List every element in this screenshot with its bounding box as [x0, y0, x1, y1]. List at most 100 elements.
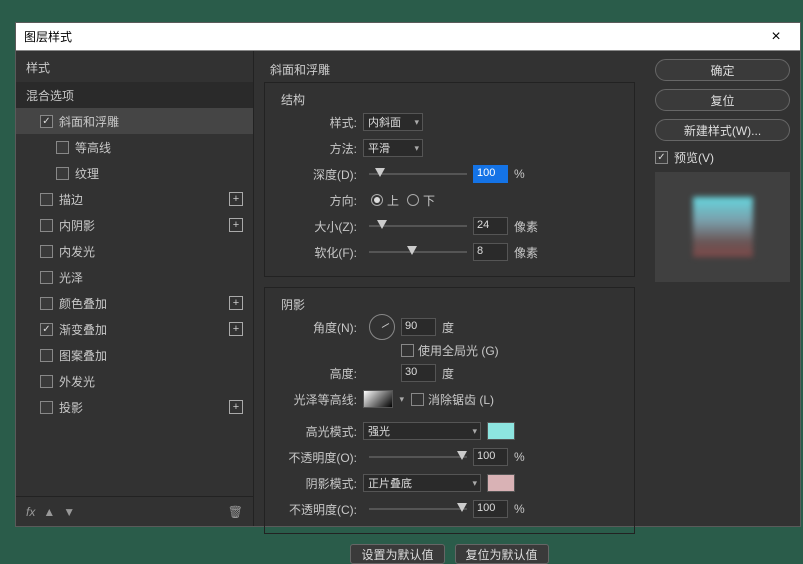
effect-row[interactable]: 图案叠加: [16, 342, 253, 368]
highlight-color-swatch[interactable]: [487, 422, 515, 440]
effect-label: 外发光: [59, 373, 95, 390]
effect-row[interactable]: 内阴影 +: [16, 212, 253, 238]
dialog-title: 图层样式: [24, 28, 72, 45]
effect-checkbox[interactable]: [56, 141, 69, 154]
highlight-opacity-label: 不透明度(O):: [275, 449, 363, 466]
shadow-color-swatch[interactable]: [487, 474, 515, 492]
effect-checkbox[interactable]: [40, 401, 53, 414]
styles-header: 样式: [16, 51, 253, 82]
effect-row[interactable]: ✓ 渐变叠加 +: [16, 316, 253, 342]
effect-label: 等高线: [75, 139, 111, 156]
depth-input[interactable]: 100: [473, 165, 508, 183]
angle-dial[interactable]: [369, 314, 395, 340]
shadow-opacity-slider[interactable]: [369, 502, 467, 516]
effect-checkbox[interactable]: [40, 375, 53, 388]
effect-row[interactable]: 描边 +: [16, 186, 253, 212]
highlight-mode-label: 高光模式:: [275, 423, 363, 440]
effect-checkbox[interactable]: [40, 193, 53, 206]
effect-label: 斜面和浮雕: [59, 113, 119, 130]
plus-icon[interactable]: +: [229, 296, 243, 310]
effect-checkbox[interactable]: [40, 245, 53, 258]
style-label: 样式:: [275, 114, 363, 131]
highlight-opacity-slider[interactable]: [369, 450, 467, 464]
fx-icon[interactable]: fx: [26, 505, 35, 519]
soften-unit: 像素: [514, 244, 538, 261]
highlight-mode-select[interactable]: 强光▾: [363, 422, 481, 440]
shadow-opacity-label: 不透明度(C):: [275, 501, 363, 518]
preview-box: [655, 172, 790, 282]
effect-label: 内阴影: [59, 217, 95, 234]
effect-row[interactable]: 等高线: [16, 134, 253, 160]
new-style-button[interactable]: 新建样式(W)...: [655, 119, 790, 141]
effect-checkbox[interactable]: [40, 297, 53, 310]
direction-up-radio[interactable]: [371, 194, 383, 206]
structure-title: 结构: [281, 91, 624, 108]
technique-select[interactable]: 平滑▾: [363, 139, 423, 157]
panel-title: 斜面和浮雕: [270, 61, 635, 78]
style-select[interactable]: 内斜面▾: [363, 113, 423, 131]
size-unit: 像素: [514, 218, 538, 235]
actions-panel: 确定 复位 新建样式(W)... ✓ 预览(V): [645, 51, 800, 526]
effect-checkbox[interactable]: [40, 219, 53, 232]
effect-row[interactable]: 外发光: [16, 368, 253, 394]
effect-checkbox[interactable]: [40, 271, 53, 284]
effect-label: 渐变叠加: [59, 321, 107, 338]
shadow-mode-select[interactable]: 正片叠底▾: [363, 474, 481, 492]
effect-label: 描边: [59, 191, 83, 208]
size-slider[interactable]: [369, 219, 467, 233]
effect-row[interactable]: 投影 +: [16, 394, 253, 420]
effect-label: 内发光: [59, 243, 95, 260]
cancel-button[interactable]: 复位: [655, 89, 790, 111]
blend-options-label: 混合选项: [26, 87, 74, 104]
angle-input[interactable]: 90: [401, 318, 436, 336]
size-input[interactable]: 24: [473, 217, 508, 235]
effect-label: 投影: [59, 399, 83, 416]
effect-row[interactable]: 纹理: [16, 160, 253, 186]
plus-icon[interactable]: +: [229, 218, 243, 232]
effect-checkbox[interactable]: [56, 167, 69, 180]
effect-row[interactable]: 光泽: [16, 264, 253, 290]
effects-footer: fx ▲ ▼ 🗑: [16, 496, 253, 526]
highlight-opacity-input[interactable]: 100: [473, 448, 508, 466]
preview-thumbnail: [693, 197, 753, 257]
arrow-down-icon[interactable]: ▼: [63, 505, 75, 519]
soften-input[interactable]: 8: [473, 243, 508, 261]
effect-label: 图案叠加: [59, 347, 107, 364]
global-light-checkbox[interactable]: [401, 344, 414, 357]
gloss-label: 光泽等高线:: [275, 391, 363, 408]
ok-button[interactable]: 确定: [655, 59, 790, 81]
plus-icon[interactable]: +: [229, 192, 243, 206]
gloss-contour-picker[interactable]: ▾: [363, 390, 393, 408]
effect-row[interactable]: 内发光: [16, 238, 253, 264]
size-label: 大小(Z):: [275, 218, 363, 235]
titlebar: 图层样式 ×: [16, 23, 800, 51]
effect-checkbox[interactable]: ✓: [40, 323, 53, 336]
direction-down-radio[interactable]: [407, 194, 419, 206]
antialias-checkbox[interactable]: [411, 393, 424, 406]
close-icon[interactable]: ×: [760, 28, 792, 46]
altitude-input[interactable]: 30: [401, 364, 436, 382]
effect-checkbox[interactable]: ✓: [40, 115, 53, 128]
effect-checkbox[interactable]: [40, 349, 53, 362]
effect-row[interactable]: ✓ 斜面和浮雕: [16, 108, 253, 134]
effect-label: 颜色叠加: [59, 295, 107, 312]
effect-label: 光泽: [59, 269, 83, 286]
settings-panel: 斜面和浮雕 结构 样式: 内斜面▾ 方法: 平滑▾ 深度(D): 100 %: [254, 51, 645, 526]
soften-slider[interactable]: [369, 245, 467, 259]
shadow-opacity-input[interactable]: 100: [473, 500, 508, 518]
preview-checkbox[interactable]: ✓: [655, 151, 668, 164]
shadow-mode-label: 阴影模式:: [275, 475, 363, 492]
shading-group: 阴影 角度(N): 90 度 使用全局光 (G) 高度: [264, 287, 635, 534]
global-light-label: 使用全局光 (G): [418, 342, 499, 359]
depth-slider[interactable]: [369, 167, 467, 181]
set-default-button[interactable]: 设置为默认值: [350, 544, 444, 564]
effect-label: 纹理: [75, 165, 99, 182]
effect-row[interactable]: 颜色叠加 +: [16, 290, 253, 316]
angle-label: 角度(N):: [275, 319, 363, 336]
trash-icon[interactable]: 🗑: [228, 505, 243, 519]
arrow-up-icon[interactable]: ▲: [43, 505, 55, 519]
plus-icon[interactable]: +: [229, 400, 243, 414]
blend-options-row[interactable]: 混合选项: [16, 82, 253, 108]
plus-icon[interactable]: +: [229, 322, 243, 336]
reset-default-button[interactable]: 复位为默认值: [455, 544, 549, 564]
